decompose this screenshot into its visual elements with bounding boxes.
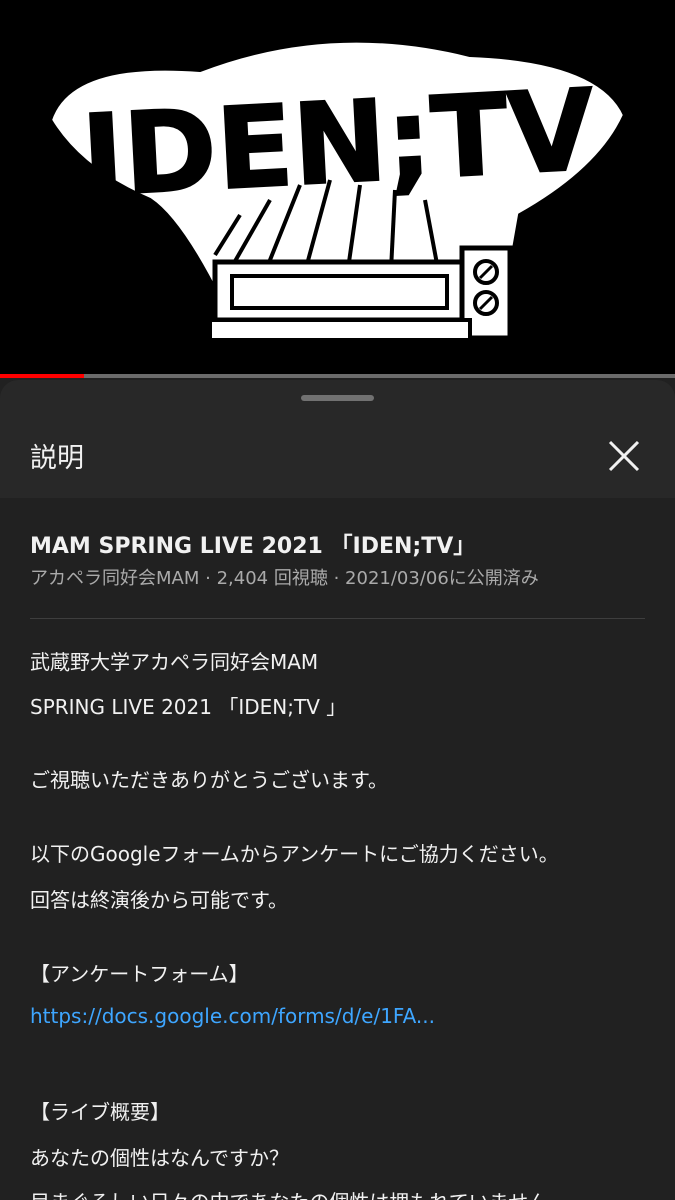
meta-separator: · bbox=[205, 568, 211, 589]
progress-bar[interactable] bbox=[0, 374, 675, 378]
description-line: あなたの個性はなんですか？ bbox=[30, 1146, 289, 1170]
video-meta: アカペラ同好会MAM · 2,404 回視聴 · 2021/03/06に公開済み bbox=[30, 564, 539, 590]
survey-link[interactable]: https://docs.google.com/forms/d/e/1FA... bbox=[30, 1004, 435, 1028]
close-button[interactable] bbox=[600, 432, 648, 480]
description-line: 回答は終演後から可能です。 bbox=[30, 888, 288, 912]
description-line: 【アンケートフォーム】 bbox=[30, 962, 249, 986]
sheet-header: 説明 bbox=[0, 380, 675, 498]
description-line: 武蔵野大学アカペラ同好会MAM bbox=[30, 650, 319, 674]
description-line: 目まぐるしい日々の中であなたの個性は埋もれていません bbox=[30, 1186, 548, 1200]
sheet-title: 説明 bbox=[30, 443, 84, 474]
description-line: 以下のGoogleフォームからアンケートにご協力ください。 bbox=[30, 842, 559, 866]
meta-separator: · bbox=[333, 568, 340, 589]
publish-date: 2021/03/06に公開済み bbox=[345, 568, 539, 589]
description-line: ご視聴いただきありがとうございます。 bbox=[30, 768, 388, 792]
close-icon bbox=[608, 440, 640, 472]
progress-fill bbox=[0, 374, 85, 378]
view-count: 2,404 回視聴 bbox=[216, 568, 328, 589]
description-sheet: 説明 MAM SPRING LIVE 2021 「IDEN;TV」 アカペラ同好… bbox=[0, 380, 675, 1200]
iden-tv-logo: IDEN;TV bbox=[47, 38, 628, 342]
channel-name[interactable]: アカペラ同好会MAM bbox=[30, 568, 199, 589]
divider bbox=[30, 618, 645, 619]
video-title: MAM SPRING LIVE 2021 「IDEN;TV」 bbox=[30, 534, 476, 559]
description-line: SPRING LIVE 2021 「IDEN;TV 」 bbox=[30, 695, 347, 719]
drag-handle[interactable] bbox=[301, 395, 374, 401]
logo-text: IDEN;TV bbox=[79, 66, 598, 223]
video-player[interactable]: IDEN;TV bbox=[0, 0, 675, 378]
description-line: 【ライブ概要】 bbox=[30, 1100, 170, 1124]
